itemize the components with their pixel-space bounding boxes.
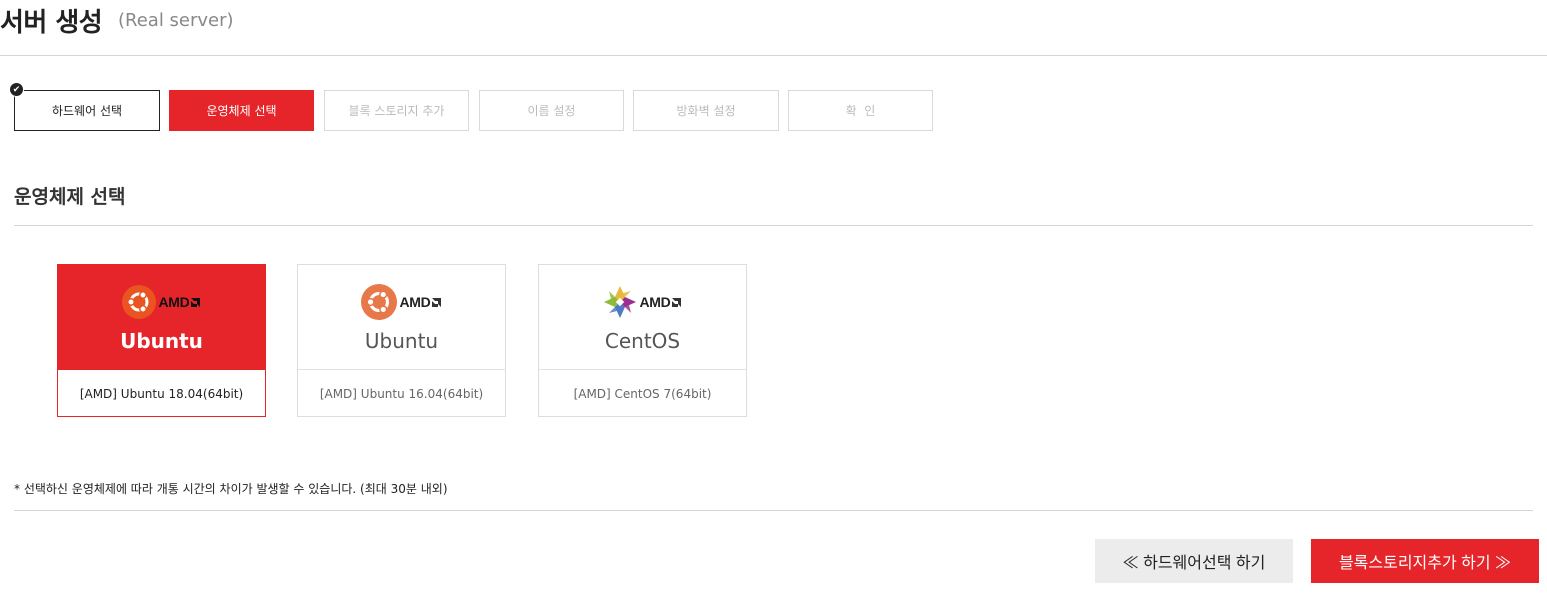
step-firewall[interactable]: 방화벽 설정: [633, 90, 779, 131]
os-card-ubuntu-1804[interactable]: AMD Ubuntu [AMD] Ubuntu 18.04(64bit): [57, 264, 266, 417]
step-name[interactable]: 이름 설정: [479, 90, 624, 131]
os-logo: AMD: [298, 282, 505, 322]
page-title: 서버 생성: [0, 8, 103, 38]
step-confirm[interactable]: 확 인: [788, 90, 933, 131]
os-logo: AMD: [58, 282, 265, 322]
os-name: CentOS: [604, 329, 681, 353]
check-icon: ✔: [9, 82, 24, 97]
os-version: [AMD] Ubuntu 18.04(64bit): [79, 386, 244, 401]
os-name: Ubuntu: [364, 329, 439, 353]
step-label: 이름 설정: [527, 104, 576, 118]
step-label: 방화벽 설정: [676, 104, 736, 118]
step-block-storage[interactable]: 블록 스토리지 추가: [324, 90, 469, 131]
amd-arrow-icon: [672, 297, 682, 307]
step-label: 확 인: [845, 104, 876, 118]
step-label: 운영체제 선택: [206, 104, 277, 118]
centos-logo-icon: [603, 286, 636, 318]
bottom-divider: [14, 510, 1533, 511]
os-card-top: AMD Ubuntu: [298, 265, 505, 370]
page-subtitle: (Real server): [118, 10, 234, 31]
os-card-top: AMD CentOS: [539, 265, 746, 370]
step-label: 하드웨어 선택: [51, 104, 123, 118]
amd-arrow-icon: [191, 297, 201, 307]
os-logo: AMD: [539, 282, 746, 322]
os-card-top: AMD Ubuntu: [58, 265, 265, 370]
ubuntu-logo-icon: [121, 285, 156, 319]
amd-logo: AMD: [399, 294, 431, 310]
amd-logo: AMD: [639, 294, 671, 310]
prev-hardware-button[interactable]: ≪ 하드웨어선택 하기: [1095, 539, 1293, 583]
step-hardware[interactable]: 하드웨어 선택: [14, 90, 160, 131]
page-header: 서버 생성 (Real server): [0, 0, 1547, 56]
provisioning-note: * 선택하신 운영체제에 따라 개통 시간의 차이가 발생할 수 있습니다. (…: [14, 482, 448, 496]
section-divider: [14, 225, 1533, 226]
section-title: 운영체제 선택: [14, 186, 126, 208]
os-card-centos-7[interactable]: AMD CentOS [AMD] CentOS 7(64bit): [538, 264, 747, 417]
step-label: 블록 스토리지 추가: [348, 104, 445, 118]
os-version: [AMD] CentOS 7(64bit): [573, 386, 712, 401]
step-os[interactable]: 운영체제 선택: [169, 90, 314, 131]
next-block-storage-button[interactable]: 블록스토리지추가 하기 ≫: [1311, 539, 1539, 583]
os-name: Ubuntu: [120, 329, 203, 353]
os-version: [AMD] Ubuntu 16.04(64bit): [319, 386, 484, 401]
ubuntu-logo-icon: [360, 284, 397, 320]
amd-arrow-icon: [432, 297, 442, 307]
os-card-ubuntu-1604[interactable]: AMD Ubuntu [AMD] Ubuntu 16.04(64bit): [297, 264, 506, 417]
amd-logo: AMD: [158, 294, 190, 310]
